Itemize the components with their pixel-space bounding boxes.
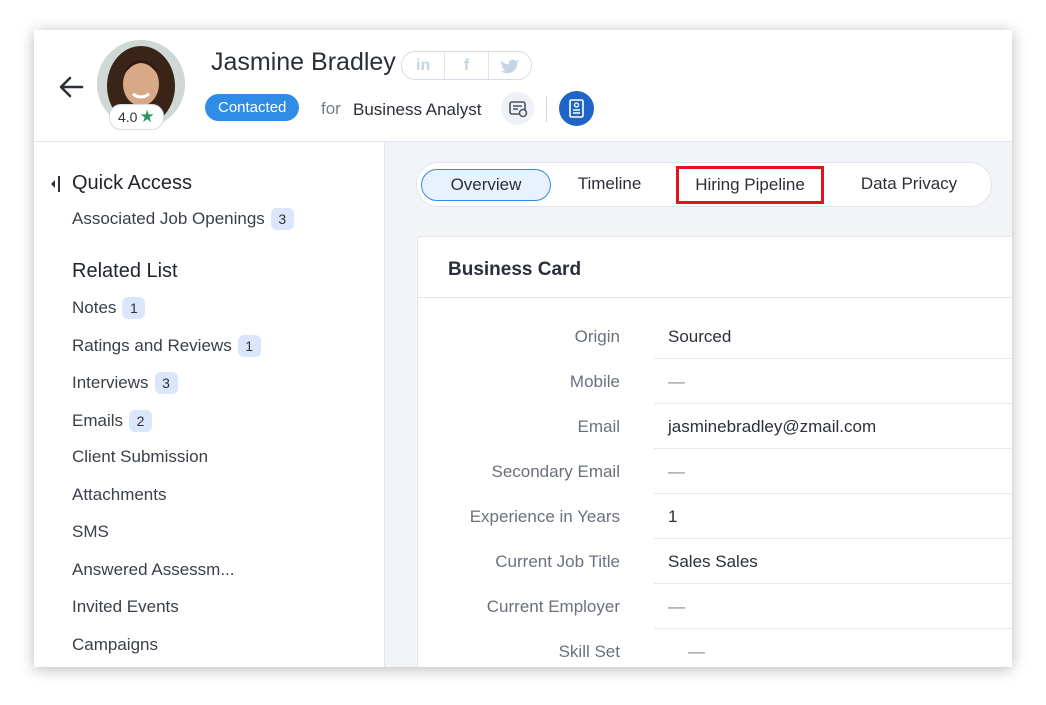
field-row-skill-set: Skill Set —	[418, 629, 1012, 667]
related-list-title: Related List	[72, 260, 178, 282]
field-row-secondary-email: Secondary Email —	[418, 449, 1012, 494]
sidebar-item-label: Notes	[72, 298, 117, 317]
sidebar-item-label: Associated Job Openings	[72, 209, 265, 228]
sidebar-item-label: Answered Assessm...	[72, 560, 235, 579]
field-row-origin: Origin Sourced	[418, 314, 1012, 359]
count-badge: 1	[237, 335, 261, 357]
sidebar-item-label: SMS	[72, 522, 109, 541]
status-badge[interactable]: Contacted	[205, 94, 300, 121]
tab-data-privacy[interactable]: Data Privacy	[847, 169, 971, 199]
sidebar-item-associated-job-openings[interactable]: Associated Job Openings 3	[72, 208, 294, 230]
card-divider	[418, 297, 1012, 298]
field-value[interactable]: 1	[668, 494, 677, 539]
change-status-icon[interactable]	[501, 92, 534, 125]
social-links: in f	[401, 51, 532, 80]
sidebar-item-notes[interactable]: Notes 1	[72, 297, 146, 319]
sidebar-item-emails[interactable]: Emails 2	[72, 410, 153, 432]
tab-overview[interactable]: Overview	[421, 169, 551, 201]
rating-value: 4.0	[118, 109, 138, 125]
field-value[interactable]: —	[668, 449, 685, 494]
count-badge: 3	[154, 372, 178, 394]
field-label: Skill Set	[558, 642, 620, 661]
field-value[interactable]: Sales Sales	[668, 539, 758, 584]
sidebar-item-sms[interactable]: SMS	[72, 522, 109, 542]
field-value[interactable]: —	[668, 359, 685, 404]
sidebar-item-invited-events[interactable]: Invited Events	[72, 597, 179, 617]
sidebar-item-interviews[interactable]: Interviews 3	[72, 372, 178, 394]
count-badge: 3	[270, 208, 294, 230]
twitter-icon[interactable]	[487, 52, 531, 79]
tab-timeline[interactable]: Timeline	[562, 169, 657, 199]
field-label: Secondary Email	[491, 462, 620, 481]
resume-document-icon[interactable]	[559, 91, 594, 126]
tab-bar: Overview Timeline Hiring Pipeline Data P…	[416, 162, 992, 207]
header-divider	[546, 96, 547, 122]
collapse-sidebar-icon[interactable]	[49, 175, 61, 193]
field-row-experience: Experience in Years 1	[418, 494, 1012, 539]
field-label: Email	[577, 417, 620, 436]
sidebar: Quick Access Associated Job Openings 3 R…	[34, 142, 385, 667]
avatar-container: 4.0 ★	[97, 40, 185, 132]
sidebar-item-label: Attachments	[72, 485, 167, 504]
field-label: Experience in Years	[469, 507, 620, 526]
main-content: Overview Timeline Hiring Pipeline Data P…	[385, 142, 1012, 667]
field-value[interactable]: —	[688, 629, 705, 667]
field-row-current-employer: Current Employer —	[418, 584, 1012, 629]
business-card: Business Card Origin Sourced Mobile — Em…	[417, 236, 1012, 667]
field-row-email: Email jasminebradley@zmail.com	[418, 404, 1012, 449]
sidebar-item-label: Emails	[72, 411, 124, 430]
sidebar-item-answered-assessments[interactable]: Answered Assessm...	[72, 560, 235, 580]
for-label: for	[321, 99, 341, 118]
field-label: Origin	[574, 327, 620, 346]
card-title: Business Card	[448, 259, 582, 280]
field-label: Current Job Title	[495, 552, 620, 571]
sidebar-item-label: Interviews	[72, 373, 149, 392]
sidebar-item-label: Campaigns	[72, 635, 158, 654]
back-arrow-icon[interactable]	[56, 72, 86, 102]
sidebar-item-label: Client Submission	[72, 447, 209, 466]
field-row-current-job-title: Current Job Title Sales Sales	[418, 539, 1012, 584]
quick-access-title: Quick Access	[72, 172, 193, 194]
field-value[interactable]: —	[668, 584, 685, 629]
count-badge: 1	[122, 297, 146, 319]
field-value[interactable]: jasminebradley@zmail.com	[668, 404, 876, 449]
tab-hiring-pipeline[interactable]: Hiring Pipeline	[676, 166, 824, 204]
field-row-mobile: Mobile —	[418, 359, 1012, 404]
candidate-window: 4.0 ★ Jasmine Bradley in f Contacted for…	[34, 30, 1012, 667]
field-value[interactable]: Sourced	[668, 314, 731, 359]
facebook-icon[interactable]: f	[444, 52, 487, 79]
job-opening-title[interactable]: Business Analyst	[353, 100, 482, 120]
sidebar-item-campaigns[interactable]: Campaigns	[72, 635, 158, 655]
candidate-header: 4.0 ★ Jasmine Bradley in f Contacted for…	[34, 30, 1012, 142]
field-label: Current Employer	[486, 597, 620, 616]
candidate-name: Jasmine Bradley	[211, 48, 396, 76]
sidebar-item-attachments[interactable]: Attachments	[72, 485, 167, 505]
count-badge: 2	[129, 410, 153, 432]
sidebar-item-client-submission[interactable]: Client Submission	[72, 447, 208, 467]
sidebar-item-label: Invited Events	[72, 597, 179, 616]
rating-badge: 4.0 ★	[109, 104, 164, 130]
sidebar-item-label: Ratings and Reviews	[72, 336, 232, 355]
star-icon: ★	[139, 107, 155, 126]
field-label: Mobile	[569, 372, 620, 391]
sidebar-item-ratings-and-reviews[interactable]: Ratings and Reviews 1	[72, 335, 261, 357]
linkedin-icon[interactable]: in	[402, 52, 444, 79]
